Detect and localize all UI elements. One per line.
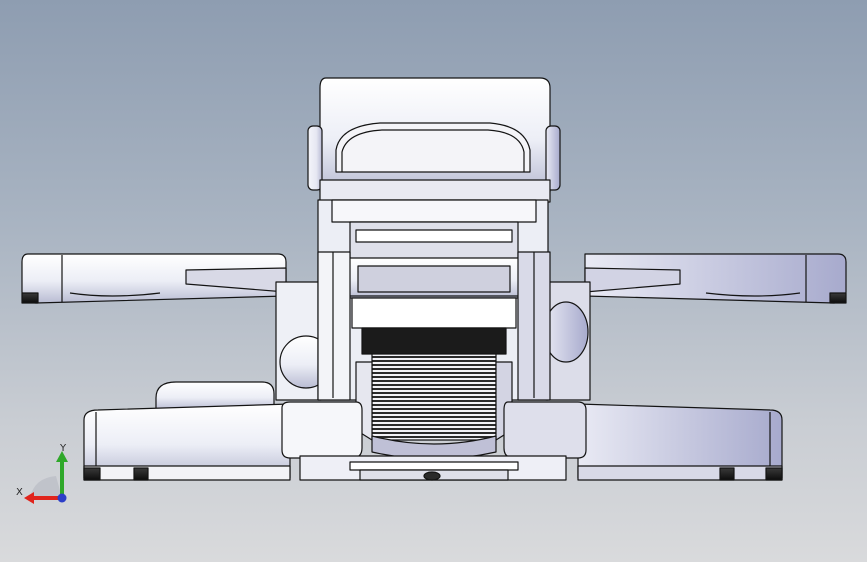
left-wing-plate	[21, 253, 287, 304]
base-left-block	[83, 381, 291, 481]
base-right-knuckle	[503, 401, 587, 459]
right-wing-plate	[584, 253, 847, 304]
top-cap	[307, 77, 561, 203]
base-left-knuckle	[281, 401, 363, 459]
z-axis-dot-icon	[57, 493, 67, 503]
x-axis-label: X	[16, 487, 23, 498]
y-axis-label: Y	[60, 443, 67, 454]
hinge-model-front-view[interactable]	[0, 0, 867, 562]
cad-viewport[interactable]: X Y	[0, 0, 867, 562]
base-right-block	[577, 403, 783, 481]
